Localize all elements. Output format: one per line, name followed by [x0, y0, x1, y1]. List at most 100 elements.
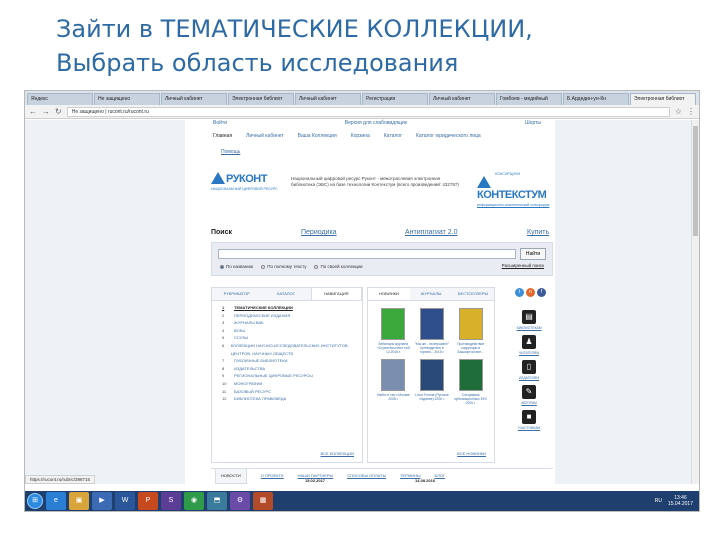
shortcuts-link[interactable]: Шорты	[525, 120, 541, 126]
collection-item[interactable]: 10 МОНОГРАФИИ	[212, 380, 362, 388]
new-items-tab[interactable]: ЖУРНАЛЫ	[410, 288, 452, 300]
browser-tab[interactable]: Не защищено	[94, 93, 160, 105]
menu-icon[interactable]: ⋮	[687, 107, 695, 116]
taskbar-app-icon[interactable]: ◉	[184, 492, 204, 510]
audience-link[interactable]: ✎ АВТОРАМ	[511, 385, 547, 405]
odnoklassniki-icon[interactable]: o	[526, 288, 535, 297]
book-caption[interactable]: Специфика публикационных 3ФС 2005 г.	[451, 393, 490, 406]
clock[interactable]: 13:46 15.04.2017	[668, 495, 693, 507]
forward-icon[interactable]: →	[42, 107, 50, 116]
rucont-logo[interactable]: РУКОНТ НАЦИОНАЛЬНЫЙ ЦИФРОВОЙ РЕСУРС	[211, 172, 278, 191]
find-button[interactable]: Найти	[520, 248, 546, 260]
collection-item[interactable]: 2 ПЕРИОДИЧЕСКИЕ ИЗДАНИЯ	[212, 312, 362, 320]
new-items-tab[interactable]: НОВИНКИ	[368, 288, 410, 300]
taskbar-app-icon[interactable]: ▣	[69, 492, 89, 510]
menu-item[interactable]: Личный кабинет	[246, 133, 284, 139]
book-cover[interactable]	[381, 308, 406, 340]
page-scrollbar[interactable]	[691, 120, 699, 484]
option-own-collection[interactable]: По своей коллекции	[314, 264, 363, 269]
book-card[interactable]: Вебинары журнала «Строительство» №5 12.2…	[374, 308, 413, 355]
audience-link[interactable]: ▯ ИЗДАТЕЛЯМ	[511, 360, 547, 380]
address-bar[interactable]: Не защищено | rucont.ru/rucont.ru	[66, 106, 670, 117]
taskbar-app-icon[interactable]: ▦	[253, 492, 273, 510]
audience-link[interactable]: ■ УЧАСТНИКАМ	[511, 410, 547, 430]
browser-tab[interactable]: Личный кабинет	[295, 93, 361, 105]
taskbar-app-icon[interactable]: P	[138, 492, 158, 510]
new-items-tab[interactable]: БЕСТСЕЛЛЕРЫ	[452, 288, 494, 300]
book-card[interactable]: Найти и так о Москве 2006 г.	[374, 358, 413, 406]
taskbar-app-icon[interactable]: e	[46, 492, 66, 510]
navigation-tab[interactable]: КАТАЛОГ	[261, 288, 310, 300]
navigation-tab[interactable]: НАВИГАЦИЯ	[310, 288, 362, 300]
book-card[interactable]: Специфика публикационных 3ФС 2005 г.	[451, 358, 490, 406]
contextum-logo[interactable]: КОНСОРЦИУМ КОНТЕКСТУМ информационно-анал…	[477, 172, 555, 207]
collection-item[interactable]: 5 ССУЗЫ	[212, 334, 362, 342]
book-caption[interactable]: Linux Format (Русское Издание) 2006 г.	[413, 393, 452, 401]
book-cover[interactable]	[381, 358, 406, 391]
book-cover[interactable]	[419, 358, 444, 391]
taskbar-app-icon[interactable]: ▶	[92, 492, 112, 510]
audience-link[interactable]: ♟ ЧИТАТЕЛЯМ	[511, 335, 547, 355]
book-cover[interactable]	[419, 308, 444, 340]
antiplagiat-link[interactable]: Антиплагиат 2.0	[405, 229, 527, 236]
taskbar-app-icon[interactable]: W	[115, 492, 135, 510]
collection-item[interactable]: 9 РЕГИОНАЛЬНЫЕ ЦИФРОВЫЕ РЕСУРСЫ	[212, 372, 362, 380]
taskbar-app-icon[interactable]: S	[161, 492, 181, 510]
audience-link[interactable]: ▤ БИБЛИОТЕКАМ	[511, 310, 547, 330]
book-card[interactable]: Противодействие коррупции в Башкортостан…	[451, 308, 490, 355]
book-card[interactable]: Linux Format (Русское Издание) 2006 г.	[413, 358, 452, 406]
menu-item[interactable]: Каталог	[384, 133, 402, 139]
bottom-tab[interactable]: НОВОСТИ	[215, 469, 247, 484]
browser-tab[interactable]: Регистрация	[362, 93, 428, 105]
star-icon[interactable]: ☆	[675, 107, 682, 116]
collection-item[interactable]: 3 ЖУРНАЛЫ ВАК	[212, 319, 362, 327]
collection-item[interactable]: 1 ТЕМАТИЧЕСКИЕ КОЛЛЕКЦИИ	[212, 304, 362, 312]
twitter-icon[interactable]: t	[515, 288, 524, 297]
browser-tab[interactable]: Электронная библиот	[630, 93, 696, 105]
option-by-title[interactable]: По названию	[220, 264, 253, 269]
bottom-tab[interactable]: БЛОГ	[434, 469, 445, 484]
collection-item[interactable]: 7 ПУБЛИЧНЫЕ БИБЛИОТЕКИ	[212, 357, 362, 365]
menu-item[interactable]: Корзина	[351, 133, 370, 139]
start-button[interactable]: ⊞	[27, 493, 43, 509]
bottom-tab[interactable]: О ПРОЕКТЕ	[261, 469, 284, 484]
book-caption[interactable]: Противодействие коррупции в Башкортостан…	[451, 342, 490, 355]
collection-item[interactable]: 8 ИЗДАТЕЛЬСТВА	[212, 365, 362, 373]
browser-tab[interactable]: Личный кабинет	[429, 93, 495, 105]
back-icon[interactable]: ←	[29, 107, 37, 116]
periodika-link[interactable]: Периодика	[301, 229, 405, 236]
navigation-tab[interactable]: РУБРИКАТОР	[212, 288, 261, 300]
all-new-link[interactable]: ВСЕ НОВИНКИ	[457, 451, 486, 456]
menu-item[interactable]: Каталог юридического лица	[416, 133, 481, 139]
scrollbar-thumb[interactable]	[693, 126, 698, 236]
minimize-icon[interactable]: –	[697, 93, 699, 105]
menu-item[interactable]: Ваша Коллекция	[298, 133, 337, 139]
login-link[interactable]: Войти	[213, 120, 227, 126]
low-vision-link[interactable]: Версия для слабовидящих	[345, 120, 408, 126]
language-indicator[interactable]: RU	[655, 498, 662, 504]
taskbar-app-icon[interactable]: ⚙	[230, 492, 250, 510]
advanced-search-link[interactable]: Расширенный поиск	[502, 263, 544, 268]
book-caption[interactable]: Найти и так о Москве 2006 г.	[374, 393, 413, 401]
menu-item[interactable]: Главная	[213, 133, 232, 139]
collection-item[interactable]: 12 БИБЛИОТЕКА ПРАВОВЕДА	[212, 395, 362, 403]
taskbar-app-icon[interactable]: ⬒	[207, 492, 227, 510]
reload-icon[interactable]: ↻	[55, 107, 62, 116]
collection-item[interactable]: 11 БАЗОВЫЙ РЕСУРС	[212, 388, 362, 396]
book-caption[interactable]: Вебинары журнала «Строительство» №5 12.2…	[374, 342, 413, 355]
search-input[interactable]	[218, 249, 516, 259]
help-link[interactable]: Помощь	[221, 149, 240, 155]
book-cover[interactable]	[458, 358, 483, 391]
browser-tab[interactable]: Гомбоев - медийный	[496, 93, 562, 105]
browser-tab[interactable]: Личный кабинет	[161, 93, 227, 105]
collection-item[interactable]: 4 ВУЗЫ	[212, 327, 362, 335]
option-full-text[interactable]: По полному тексту	[261, 264, 306, 269]
browser-tab[interactable]: Б.Ардедин-ун-Кн	[563, 93, 629, 105]
buy-link[interactable]: Купить	[527, 229, 549, 236]
browser-tab[interactable]: Яндекс	[27, 93, 93, 105]
collection-item[interactable]: 6 КОЛЛЕКЦИИ НАУЧНО-ИССЛЕДОВАТЕЛЬСКИХ ИНСТ…	[212, 342, 362, 357]
all-collections-link[interactable]: ВСЕ КОЛЛЕКЦИИ	[320, 451, 354, 456]
browser-tab[interactable]: Электронная библиот	[228, 93, 294, 105]
book-cover[interactable]	[458, 308, 483, 340]
book-caption[interactable]: "Мы же - на вершине!" путеводитель в гор…	[413, 342, 452, 355]
